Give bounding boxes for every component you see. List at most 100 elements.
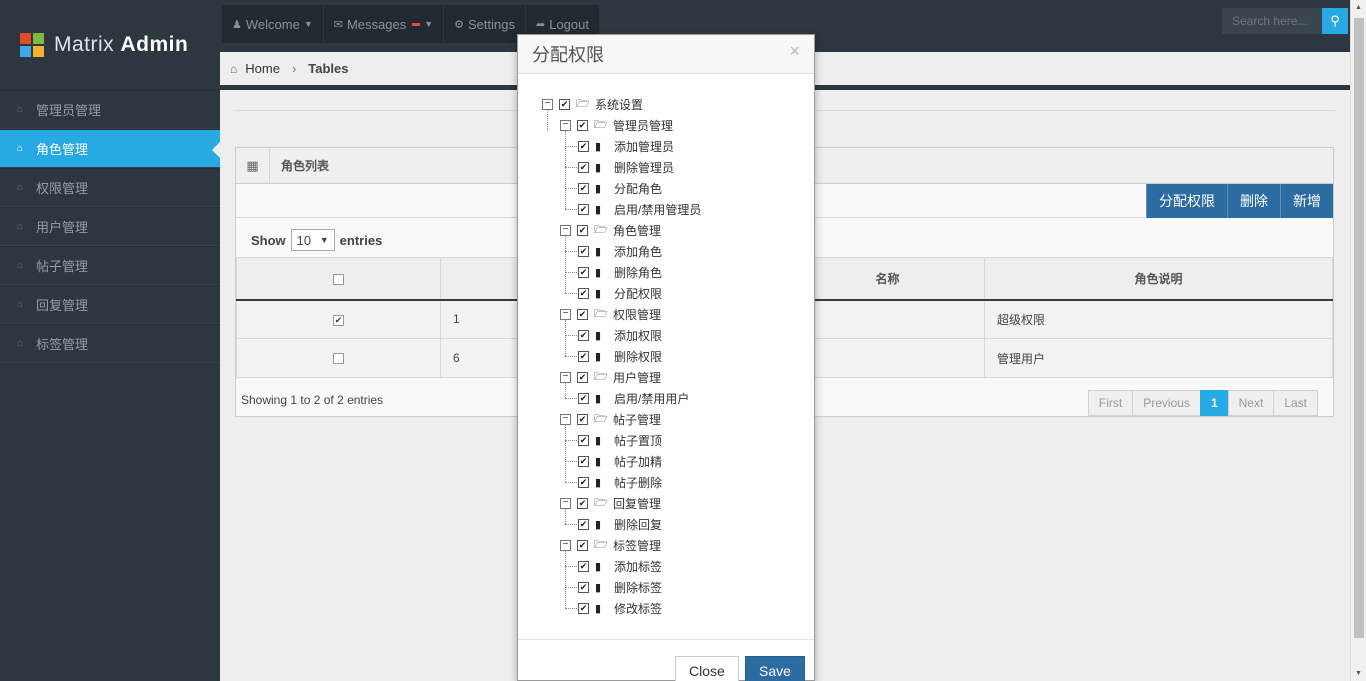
sidebar-item-tags[interactable]: ⌂ 标签管理 xyxy=(0,324,220,363)
assign-permission-button[interactable]: 分配权限 xyxy=(1146,184,1227,218)
close-icon[interactable]: × xyxy=(789,41,800,62)
permission-checkbox[interactable]: ✔ xyxy=(578,330,589,341)
permission-label[interactable]: 回复管理 xyxy=(613,495,661,512)
permission-checkbox[interactable]: ✔ xyxy=(577,540,588,551)
permission-label[interactable]: 添加权限 xyxy=(614,327,662,344)
collapse-toggle-icon[interactable]: − xyxy=(560,414,571,425)
entries-select[interactable]: 10 ▼ xyxy=(290,229,335,251)
pager-previous[interactable]: Previous xyxy=(1132,390,1201,416)
permission-checkbox[interactable]: ✔ xyxy=(577,414,588,425)
sidebar: ⌂ 管理员管理 ⌂ 角色管理 ⌂ 权限管理 ⌂ 用户管理 ⌂ 帖子管理 ⌂ 回复管理 ⌂ 标签… xyxy=(0,90,220,681)
permission-label[interactable]: 权限管理 xyxy=(613,306,661,323)
permission-checkbox[interactable]: ✔ xyxy=(578,582,589,593)
collapse-toggle-icon[interactable]: − xyxy=(560,225,571,236)
breadcrumb-current[interactable]: Tables xyxy=(308,61,348,76)
collapse-toggle-icon[interactable]: − xyxy=(560,372,571,383)
pager-next[interactable]: Next xyxy=(1227,390,1275,416)
permission-label[interactable]: 标签管理 xyxy=(613,537,661,554)
permission-label[interactable]: 删除角色 xyxy=(614,264,662,281)
column-header-name[interactable]: 名称 xyxy=(790,257,985,301)
permission-checkbox[interactable]: ✔ xyxy=(578,288,589,299)
permission-checkbox[interactable]: ✔ xyxy=(577,120,588,131)
sidebar-item-roles[interactable]: ⌂ 角色管理 xyxy=(0,129,220,168)
pager-last[interactable]: Last xyxy=(1273,390,1318,416)
permission-checkbox[interactable]: ✔ xyxy=(578,519,589,530)
permission-label[interactable]: 删除权限 xyxy=(614,348,662,365)
permission-checkbox[interactable]: ✔ xyxy=(578,561,589,572)
permission-label[interactable]: 帖子管理 xyxy=(613,411,661,428)
search-input[interactable] xyxy=(1222,8,1322,34)
row-checkbox[interactable]: ✔ xyxy=(333,314,344,326)
column-header-description[interactable]: 角色说明 xyxy=(984,257,1333,301)
permission-label[interactable]: 添加管理员 xyxy=(614,138,674,155)
permission-checkbox[interactable]: ✔ xyxy=(577,498,588,509)
sidebar-item-posts[interactable]: ⌂ 帖子管理 xyxy=(0,246,220,285)
sidebar-item-admin[interactable]: ⌂ 管理员管理 xyxy=(0,90,220,129)
pagination: First Previous 1 Next Last xyxy=(1087,390,1318,416)
row-checkbox[interactable] xyxy=(333,353,344,365)
permission-label[interactable]: 用户管理 xyxy=(613,369,661,386)
collapse-toggle-icon[interactable]: − xyxy=(560,309,571,320)
permission-checkbox[interactable]: ✔ xyxy=(578,456,589,467)
sidebar-item-label: 标签管理 xyxy=(36,337,89,352)
scrollbar-thumb[interactable] xyxy=(1354,18,1364,638)
collapse-toggle-icon[interactable]: − xyxy=(560,498,571,509)
permission-label[interactable]: 启用/禁用用户 xyxy=(614,390,689,407)
sidebar-item-permissions[interactable]: ⌂ 权限管理 xyxy=(0,168,220,207)
save-button[interactable]: Save xyxy=(745,656,805,681)
permission-checkbox[interactable]: ✔ xyxy=(578,141,589,152)
permission-label[interactable]: 管理员管理 xyxy=(613,117,673,134)
messages-menu[interactable]: ✉ Messages ▼ xyxy=(323,5,445,43)
select-all-checkbox[interactable] xyxy=(333,273,344,285)
permission-checkbox[interactable]: ✔ xyxy=(578,162,589,173)
sidebar-item-users[interactable]: ⌂ 用户管理 xyxy=(0,207,220,246)
permission-checkbox[interactable]: ✔ xyxy=(578,477,589,488)
add-button[interactable]: 新增 xyxy=(1280,184,1333,218)
row-description: 管理用户 xyxy=(984,338,1333,378)
permission-checkbox[interactable]: ✔ xyxy=(578,603,589,614)
permission-checkbox[interactable]: ✔ xyxy=(578,246,589,257)
scroll-down-icon[interactable]: ▼ xyxy=(1355,670,1362,677)
close-button[interactable]: Close xyxy=(675,656,739,681)
permission-label[interactable]: 分配角色 xyxy=(614,180,662,197)
pager-page-1[interactable]: 1 xyxy=(1199,390,1229,416)
permission-label[interactable]: 系统设置 xyxy=(595,96,643,113)
permission-label[interactable]: 修改标签 xyxy=(614,600,662,617)
collapse-toggle-icon[interactable]: − xyxy=(542,99,553,110)
permission-label[interactable]: 启用/禁用管理员 xyxy=(614,201,701,218)
permission-label[interactable]: 添加角色 xyxy=(614,243,662,260)
permission-checkbox[interactable]: ✔ xyxy=(559,99,570,110)
pager-first[interactable]: First xyxy=(1087,390,1134,416)
permission-checkbox[interactable]: ✔ xyxy=(578,435,589,446)
welcome-menu[interactable]: ♟ Welcome ▼ xyxy=(222,5,324,43)
permission-label[interactable]: 删除回复 xyxy=(614,516,662,533)
settings-link[interactable]: ⚙ Settings xyxy=(444,5,526,43)
collapse-toggle-icon[interactable]: − xyxy=(560,540,571,551)
permission-label[interactable]: 帖子删除 xyxy=(614,474,662,491)
permission-checkbox[interactable]: ✔ xyxy=(577,225,588,236)
permission-label[interactable]: 删除管理员 xyxy=(614,159,674,176)
sidebar-item-replies[interactable]: ⌂ 回复管理 xyxy=(0,285,220,324)
permission-label[interactable]: 分配权限 xyxy=(614,285,662,302)
permission-checkbox[interactable]: ✔ xyxy=(577,309,588,320)
permission-checkbox[interactable]: ✔ xyxy=(577,372,588,383)
permission-checkbox[interactable]: ✔ xyxy=(578,204,589,215)
permission-checkbox[interactable]: ✔ xyxy=(578,267,589,278)
permission-label[interactable]: 帖子置顶 xyxy=(614,432,662,449)
permission-label[interactable]: 添加标签 xyxy=(614,558,662,575)
delete-button[interactable]: 删除 xyxy=(1227,184,1280,218)
scroll-up-icon[interactable]: ▲ xyxy=(1355,4,1362,11)
logout-label: Logout xyxy=(549,16,589,32)
breadcrumb-home[interactable]: Home xyxy=(245,61,280,76)
permission-checkbox[interactable]: ✔ xyxy=(578,393,589,404)
permission-label[interactable]: 帖子加精 xyxy=(614,453,662,470)
permission-label[interactable]: 角色管理 xyxy=(613,222,661,239)
search-button[interactable]: ⚲ xyxy=(1322,8,1348,34)
assign-permission-modal: 分配权限 × − ✔ 🗁 系统设置 − ✔ 🗁 管理员管理 ✔ ▮ 添加管理员 ✔ ▮ 删除管理员 ✔ ▮ 分配… xyxy=(517,34,815,681)
search-icon: ⚲ xyxy=(1330,13,1340,28)
permission-checkbox[interactable]: ✔ xyxy=(578,183,589,194)
page-scrollbar[interactable]: ▲ ▼ xyxy=(1350,0,1366,681)
permission-checkbox[interactable]: ✔ xyxy=(578,351,589,362)
collapse-toggle-icon[interactable]: − xyxy=(560,120,571,131)
permission-label[interactable]: 删除标签 xyxy=(614,579,662,596)
